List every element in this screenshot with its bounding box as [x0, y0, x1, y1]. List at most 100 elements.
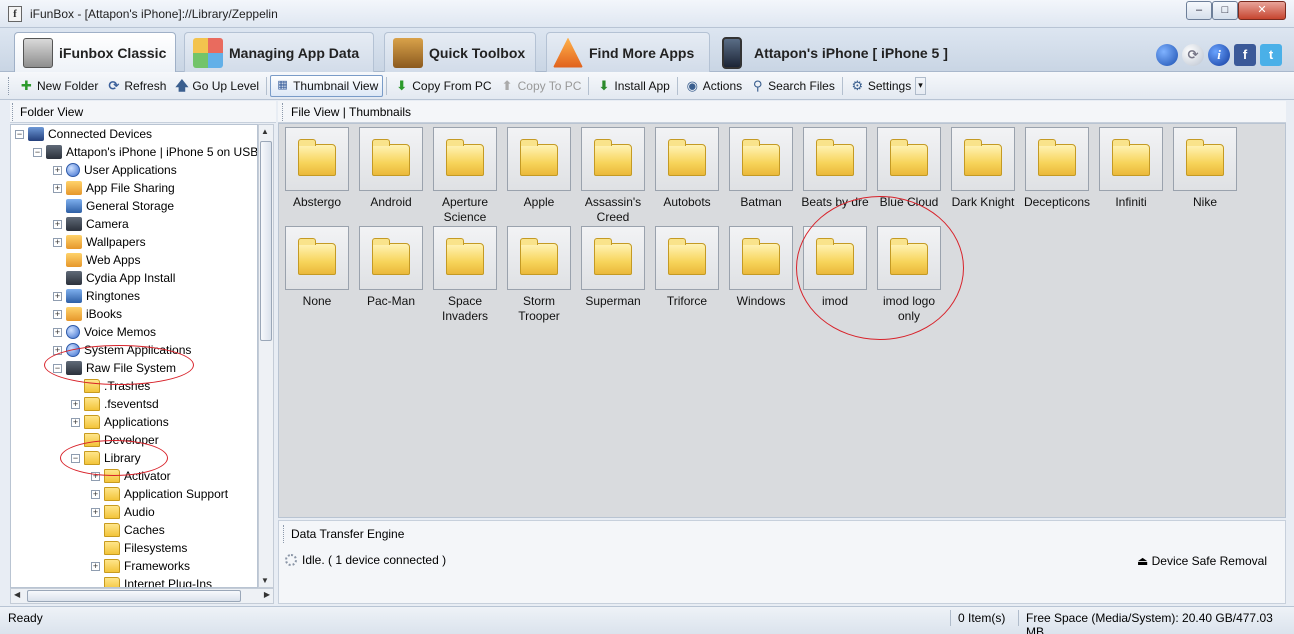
panel-grip[interactable]	[282, 103, 285, 121]
go-up-level-button[interactable]: 🡅 Go Up Level	[170, 75, 263, 97]
sync-icon[interactable]: ⟳	[1182, 44, 1204, 66]
search-files-button[interactable]: ⚲ Search Files	[746, 75, 839, 97]
tree-node[interactable]: Developer	[71, 431, 159, 449]
tree-expander-icon[interactable]: +	[53, 165, 62, 175]
tab-quick-toolbox[interactable]: Quick Toolbox	[384, 32, 536, 72]
tree-node[interactable]: + Ringtones	[53, 287, 140, 305]
tree-expander-icon[interactable]: +	[91, 561, 100, 571]
scroll-down-arrow-icon[interactable]: ▼	[261, 576, 269, 585]
file-thumbnail-grid[interactable]: Abstergo Android Aperture Science Apple Assa…	[278, 123, 1286, 518]
tree-expander-icon[interactable]: +	[53, 345, 62, 355]
tree-expander-icon[interactable]: +	[53, 327, 62, 337]
file-item[interactable]: Dark Knight	[946, 127, 1020, 210]
settings-button[interactable]: ⚙ Settings	[846, 75, 915, 97]
facebook-icon[interactable]: f	[1234, 44, 1256, 66]
tree-node[interactable]: + Audio	[91, 503, 155, 521]
tree-expander-icon[interactable]: −	[15, 129, 24, 139]
file-item[interactable]: Storm Trooper	[502, 226, 576, 324]
twitter-icon[interactable]: t	[1260, 44, 1282, 66]
copy-to-pc-button[interactable]: ⬆ Copy To PC	[496, 75, 586, 97]
copy-from-pc-button[interactable]: ⬇ Copy From PC	[390, 75, 495, 97]
install-app-button[interactable]: ⬇ Install App	[592, 75, 673, 97]
tree-expander-icon[interactable]: +	[53, 183, 62, 193]
panel-grip[interactable]	[12, 103, 15, 121]
scrollbar-thumb[interactable]	[27, 590, 241, 602]
tree-expander-icon[interactable]: −	[53, 363, 62, 373]
tree-node[interactable]: .Trashes	[71, 377, 150, 395]
tree-expander-icon[interactable]: +	[91, 471, 100, 481]
tree-node[interactable]: + Application Support	[91, 485, 228, 503]
toolbar-grip[interactable]	[8, 76, 11, 95]
device-safe-removal-button[interactable]: ⏏ Device Safe Removal	[1137, 554, 1267, 568]
file-item[interactable]: Decepticons	[1020, 127, 1094, 210]
maximize-button[interactable]: □	[1212, 1, 1238, 20]
tree-node[interactable]: + iBooks	[53, 305, 122, 323]
file-item[interactable]: imod logo only	[872, 226, 946, 324]
file-item[interactable]: Aperture Science	[428, 127, 502, 225]
tree-node[interactable]: Caches	[91, 521, 165, 539]
file-item[interactable]: Windows	[724, 226, 798, 309]
minimize-button[interactable]: –	[1186, 1, 1212, 20]
file-item[interactable]: Triforce	[650, 226, 724, 309]
file-item[interactable]: Blue Cloud	[872, 127, 946, 210]
file-item[interactable]: imod	[798, 226, 872, 309]
file-item[interactable]: Pac-Man	[354, 226, 428, 309]
refresh-button[interactable]: ⟳ Refresh	[102, 75, 170, 97]
file-item[interactable]: Batman	[724, 127, 798, 210]
thumbnail-view-button[interactable]: ▦ Thumbnail View	[270, 74, 384, 97]
file-item[interactable]: Superman	[576, 226, 650, 309]
tree-expander-icon[interactable]: +	[53, 237, 62, 247]
tree-node[interactable]: + Applications	[71, 413, 169, 431]
file-item[interactable]: None	[280, 226, 354, 309]
scroll-right-arrow-icon[interactable]: ▶	[264, 590, 270, 599]
scrollbar-thumb[interactable]	[260, 141, 272, 341]
new-folder-button[interactable]: ✚ New Folder	[15, 75, 102, 97]
tree-expander-icon[interactable]: +	[91, 507, 100, 517]
file-item[interactable]: Assassin's Creed	[576, 127, 650, 225]
tree-horizontal-scrollbar[interactable]: ◀ ▶	[10, 588, 274, 604]
file-item[interactable]: Space Invaders	[428, 226, 502, 324]
file-item[interactable]: Autobots	[650, 127, 724, 210]
file-item[interactable]: Apple	[502, 127, 576, 210]
tree-node[interactable]: − Connected Devices	[15, 125, 152, 143]
file-item[interactable]: Beats by dre	[798, 127, 872, 210]
tree-node[interactable]: + App File Sharing	[53, 179, 175, 197]
tree-vertical-scrollbar[interactable]: ▲ ▼	[258, 124, 274, 588]
file-item[interactable]: Abstergo	[280, 127, 354, 210]
scroll-left-arrow-icon[interactable]: ◀	[14, 590, 20, 599]
tree-node[interactable]: General Storage	[53, 197, 174, 215]
tree-node[interactable]: − Attapon's iPhone | iPhone 5 on USB	[33, 143, 257, 161]
tree-expander-icon[interactable]: +	[53, 309, 62, 319]
tree-expander-icon[interactable]: +	[71, 399, 80, 409]
tree-node[interactable]: + .fseventsd	[71, 395, 159, 413]
scroll-up-arrow-icon[interactable]: ▲	[261, 127, 269, 136]
panel-grip[interactable]	[283, 525, 286, 543]
tab-ifunbox-classic[interactable]: iFunbox Classic	[14, 32, 176, 73]
tree-node[interactable]: + Activator	[91, 467, 171, 485]
tree-node[interactable]: + Wallpapers	[53, 233, 146, 251]
tree-node[interactable]: + Frameworks	[91, 557, 190, 575]
tree-node[interactable]: Internet Plug-Ins	[91, 575, 212, 587]
file-item[interactable]: Infiniti	[1094, 127, 1168, 210]
file-item[interactable]: Android	[354, 127, 428, 210]
tree-expander-icon[interactable]: +	[91, 489, 100, 499]
tree-node[interactable]: − Raw File System	[53, 359, 176, 377]
tab-find-more-apps[interactable]: Find More Apps	[546, 32, 710, 72]
tree-node[interactable]: Cydia App Install	[53, 269, 175, 287]
tree-expander-icon[interactable]: +	[53, 219, 62, 229]
tree-node[interactable]: + System Applications	[53, 341, 191, 359]
close-button[interactable]: ✕	[1238, 1, 1286, 20]
tree-node[interactable]: + Voice Memos	[53, 323, 156, 341]
info-icon[interactable]: i	[1208, 44, 1230, 66]
globe-icon[interactable]	[1156, 44, 1178, 66]
toolbar-overflow-button[interactable]: ▾	[915, 76, 926, 95]
tree-expander-icon[interactable]: −	[33, 147, 42, 157]
tree-expander-icon[interactable]: +	[53, 291, 62, 301]
folder-tree[interactable]: − Connected Devices − Attapon's iPhone | iP…	[10, 124, 258, 588]
tab-managing-app-data[interactable]: Managing App Data	[184, 32, 374, 72]
file-item[interactable]: Nike	[1168, 127, 1242, 210]
tree-node[interactable]: − Library	[71, 449, 141, 467]
tree-node[interactable]: Web Apps	[53, 251, 140, 269]
tree-node[interactable]: Filesystems	[91, 539, 187, 557]
tree-expander-icon[interactable]: −	[71, 453, 80, 463]
